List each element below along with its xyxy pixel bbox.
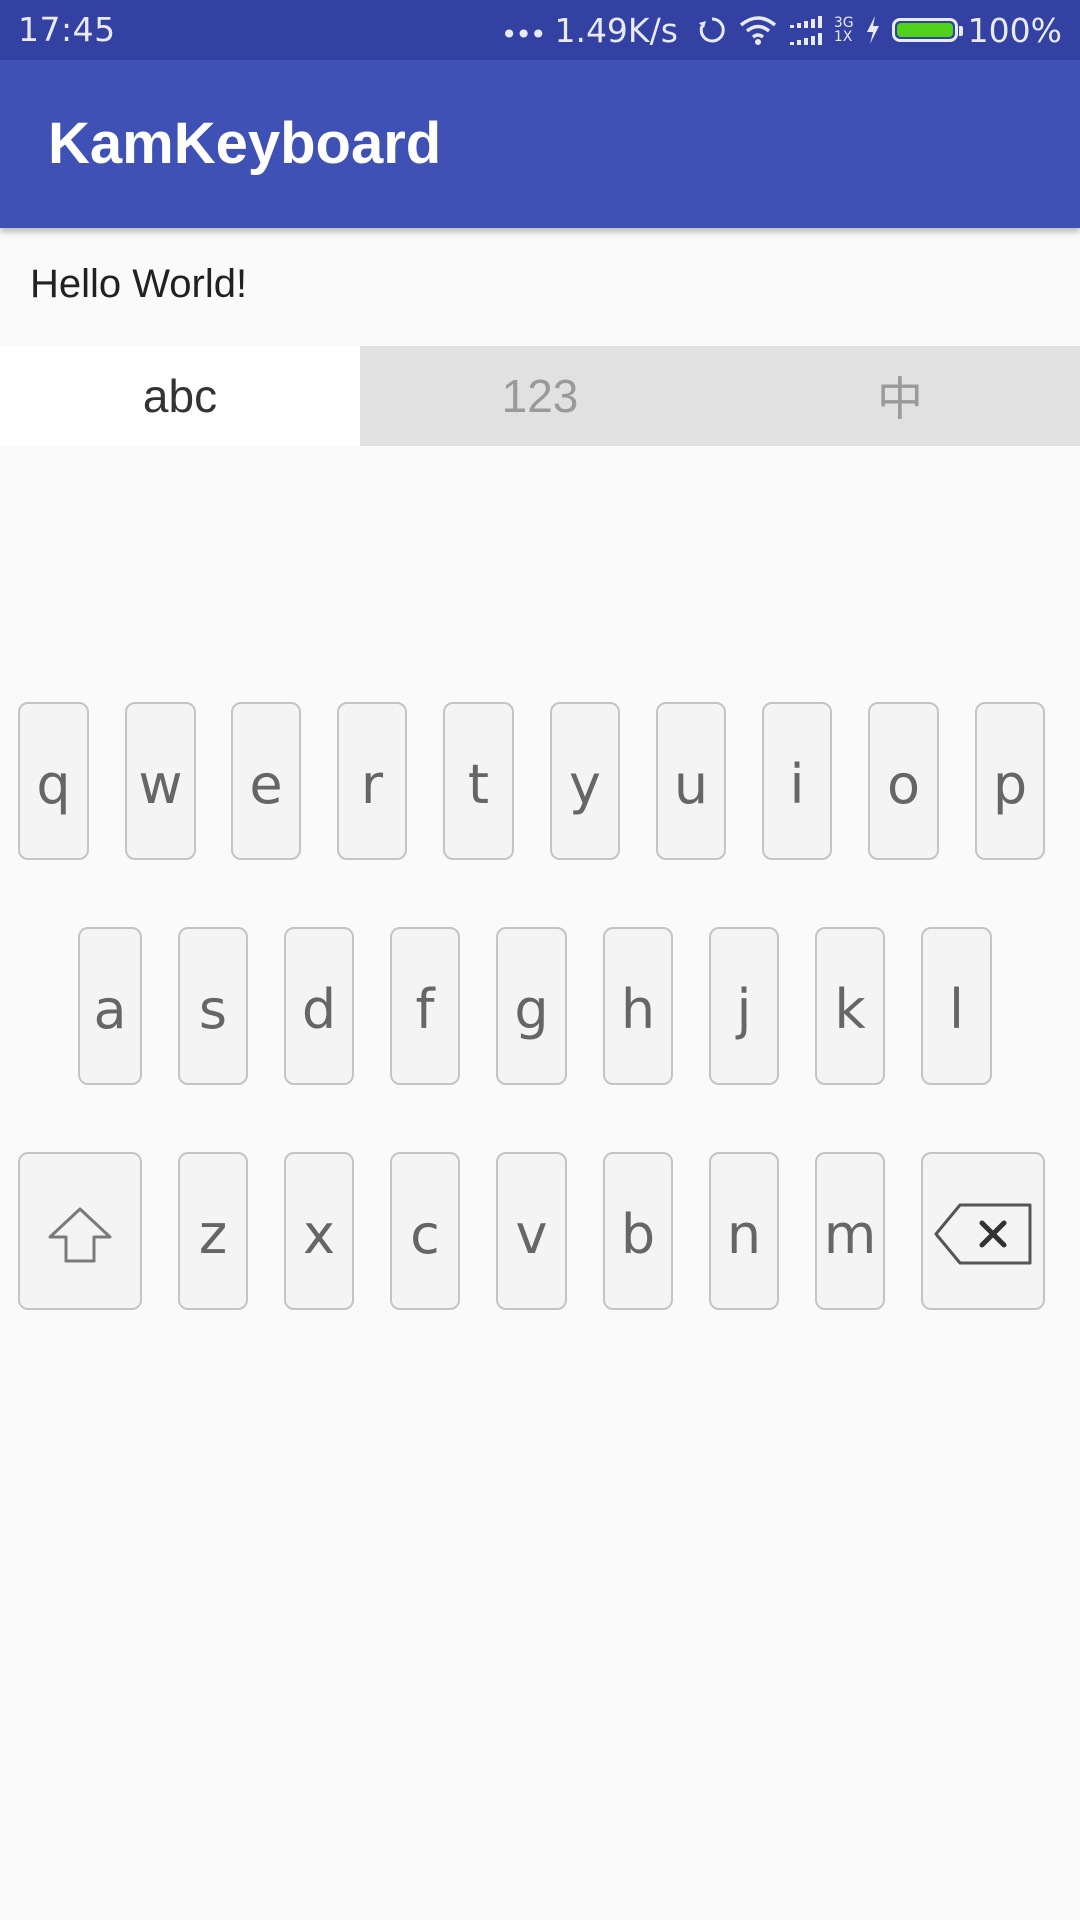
charging-icon [864,14,882,46]
key-label: y [569,752,601,816]
key-z[interactable]: z [178,1152,248,1310]
key-label: j [736,977,752,1041]
key-label: e [249,752,283,816]
backspace-icon [932,1201,1034,1267]
battery-icon [891,18,963,42]
key-n[interactable]: n [709,1152,779,1310]
network-type-bottom: 1X [833,29,853,45]
key-s[interactable]: s [178,927,248,1085]
key-label: n [726,1202,762,1266]
notification-dots: ••• [500,17,547,51]
status-indicators: ••• 1.49K/s 3G 1X 100% [501,0,1062,60]
key-f[interactable]: f [390,927,460,1085]
key-t[interactable]: t [443,702,514,860]
status-bar: 17:45 ••• 1.49K/s 3G 1X 100% [0,0,1080,60]
key-label: t [467,752,490,816]
key-l[interactable]: l [921,927,992,1085]
battery-percent: 100% [967,10,1062,50]
app-bar: KamKeyboard [0,60,1080,228]
tab-123[interactable]: 123 [360,346,720,446]
key-label: v [515,1202,548,1266]
key-label: b [620,1202,656,1266]
sync-icon [696,14,728,46]
key-a[interactable]: a [78,927,142,1085]
key-label: l [948,977,964,1041]
key-label: m [823,1202,877,1266]
delete-key[interactable] [921,1152,1045,1310]
network-speed: 1.49K/s [554,10,678,50]
network-type-top: 3G [833,15,854,31]
key-d[interactable]: d [284,927,354,1085]
key-label: u [673,752,709,816]
key-o[interactable]: o [868,702,939,860]
hello-text: Hello World! [30,262,248,306]
keyboard-mode-tabs: abc 123 中 [0,346,1080,446]
key-label: g [514,977,549,1041]
key-label: h [620,977,656,1041]
shift-key[interactable] [18,1152,142,1310]
key-label: q [36,752,71,816]
status-time: 17:45 [18,10,116,49]
key-w[interactable]: w [125,702,196,860]
key-label: w [138,752,183,816]
key-label: a [93,977,127,1041]
key-y[interactable]: y [550,702,620,860]
key-label: k [834,977,866,1041]
signal-icon [788,13,828,47]
key-label: p [992,752,1028,816]
key-e[interactable]: e [231,702,301,860]
key-k[interactable]: k [815,927,885,1085]
app-title: KamKeyboard [48,111,442,176]
key-u[interactable]: u [656,702,726,860]
network-type: 3G 1X [834,16,854,44]
key-label: o [886,752,921,816]
key-m[interactable]: m [815,1152,885,1310]
key-x[interactable]: x [284,1152,354,1310]
tab-abc[interactable]: abc [0,346,360,446]
key-i[interactable]: i [762,702,832,860]
key-label: d [301,977,337,1041]
key-j[interactable]: j [709,927,779,1085]
wifi-icon [738,14,778,46]
tab-chinese[interactable]: 中 [720,346,1080,446]
key-c[interactable]: c [390,1152,460,1310]
battery-level-fill [896,23,953,37]
key-q[interactable]: q [18,702,89,860]
key-label: f [415,977,435,1041]
key-label: z [198,1202,228,1266]
key-label: r [360,752,384,816]
key-b[interactable]: b [603,1152,673,1310]
key-label: i [789,752,805,816]
key-label: s [198,977,228,1041]
key-label: x [303,1202,335,1266]
key-g[interactable]: g [496,927,567,1085]
key-p[interactable]: p [975,702,1045,860]
key-r[interactable]: r [337,702,407,860]
shift-arrow-icon [46,1205,114,1265]
key-label: c [410,1202,440,1266]
key-h[interactable]: h [603,927,673,1085]
key-v[interactable]: v [496,1152,567,1310]
